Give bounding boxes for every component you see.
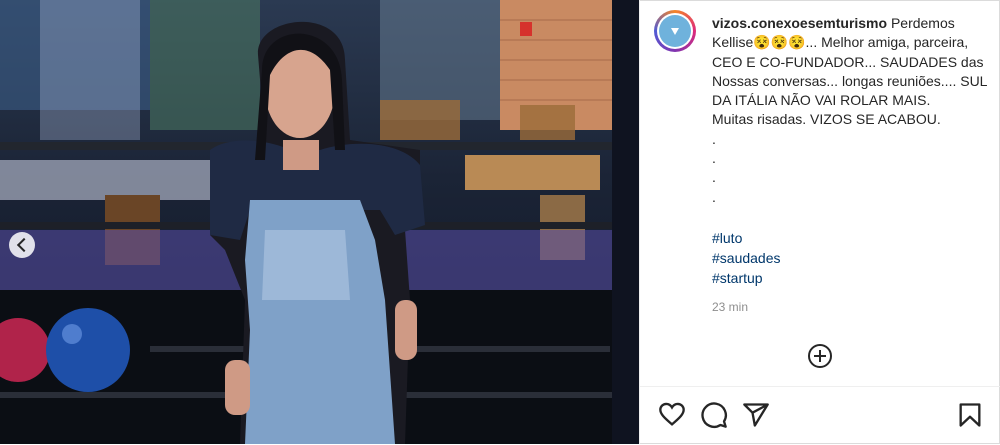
avatar[interactable] [654,10,696,52]
photo-scene [0,0,639,444]
post-timestamp: 23 min [712,300,749,314]
previous-photo-button[interactable] [9,232,35,258]
hashtag-link[interactable]: #saudades [712,248,781,268]
hashtag-link[interactable]: #startup [712,268,781,288]
chevron-left-icon [16,237,32,253]
profile-logo [659,15,691,47]
logo-mark-icon [671,28,679,35]
caption-text: Perdemos Kellise😵😵😵... Melhor amiga, par… [712,15,987,205]
username-link[interactable]: vizos.conexoesemturismo [712,15,887,31]
post-side-panel: vizos.conexoesemturismo Perdemos Kellise… [639,0,1000,444]
comment-icon[interactable] [700,401,728,429]
hashtag-list: #luto #saudades #startup [712,228,781,288]
post-photo[interactable] [0,0,639,444]
load-more-comments-button[interactable] [808,344,832,368]
bookmark-icon[interactable] [956,401,984,429]
action-bar [640,386,1000,445]
heart-icon[interactable] [658,401,686,429]
paper-plane-icon[interactable] [742,401,770,429]
hashtag-link[interactable]: #luto [712,228,781,248]
post-caption: vizos.conexoesemturismo Perdemos Kellise… [712,14,992,207]
